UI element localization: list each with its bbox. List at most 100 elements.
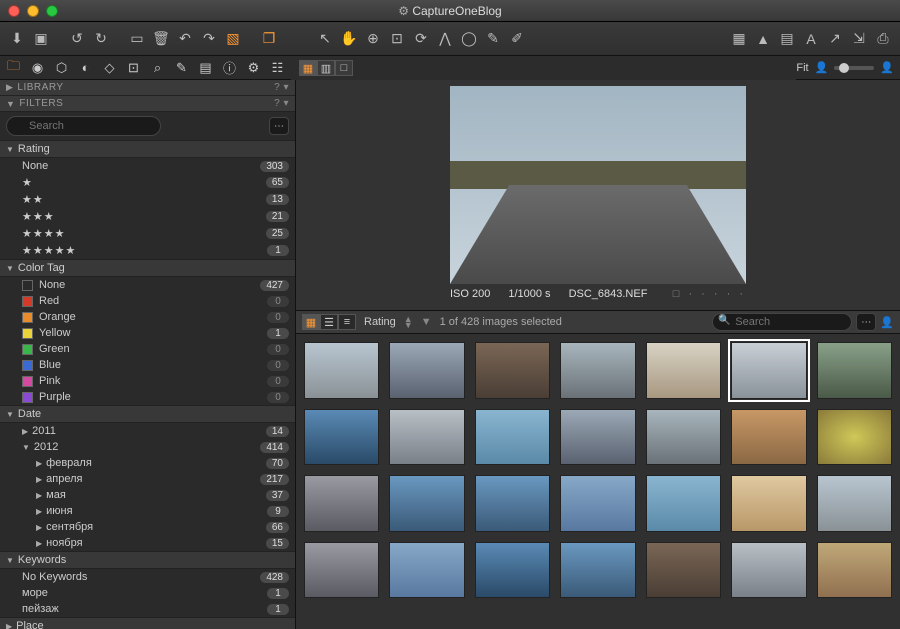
rotate-left-icon[interactable]: ↺ — [66, 28, 88, 50]
thumbnail[interactable] — [475, 542, 550, 599]
reset-icon[interactable]: ▭ — [126, 28, 148, 50]
thumbnail[interactable] — [817, 342, 892, 399]
search-options-button[interactable]: ⋯ — [269, 117, 289, 135]
details-tab-icon[interactable]: ⌕ — [150, 60, 165, 75]
annotate-icon[interactable]: A — [800, 28, 822, 50]
redo-icon[interactable]: ↷ — [198, 28, 220, 50]
sidebar-search-input[interactable] — [6, 116, 161, 136]
help-icon[interactable]: ? ▾ — [274, 82, 289, 93]
thumbnail[interactable] — [304, 542, 379, 599]
view-grid-icon[interactable]: ▦ — [299, 60, 317, 76]
lens-tab-icon[interactable]: ◇ — [102, 60, 117, 75]
rating-row[interactable]: ★★★★25 — [0, 225, 295, 242]
thumbnail[interactable] — [475, 409, 550, 466]
capture-tab-icon[interactable]: ◉ — [30, 60, 45, 75]
rating-row[interactable]: None303 — [0, 158, 295, 174]
adjust-tab-icon[interactable]: ▤ — [198, 60, 213, 75]
thumbnail[interactable] — [731, 475, 806, 532]
rating-row[interactable]: ★★★★★1 — [0, 242, 295, 259]
library-panel-header[interactable]: ▶ LIBRARY ? ▾ — [0, 80, 295, 96]
spot-icon[interactable]: ◯ — [458, 28, 480, 50]
keystone-icon[interactable]: ⋀ — [434, 28, 456, 50]
thumbnail[interactable] — [389, 342, 464, 399]
rotate-tool-icon[interactable]: ⟳ — [410, 28, 432, 50]
keyword-row[interactable]: пейзаж1 — [0, 601, 295, 617]
library-tab-icon[interactable]: 🗀 — [6, 60, 21, 75]
fit-button[interactable]: Fit — [796, 62, 808, 74]
thumbnail[interactable] — [817, 409, 892, 466]
date-row[interactable]: ▶июня9 — [0, 503, 295, 519]
thumbnail[interactable] — [817, 542, 892, 599]
thumbnail[interactable] — [304, 342, 379, 399]
crop-icon[interactable]: ⊡ — [386, 28, 408, 50]
colortag-row[interactable]: Pink0 — [0, 373, 295, 389]
thumbnail[interactable] — [646, 342, 721, 399]
capture-icon[interactable]: ▣ — [30, 28, 52, 50]
thumbnail[interactable] — [389, 475, 464, 532]
zoom-icon[interactable]: ⊕ — [362, 28, 384, 50]
help-icon[interactable]: ? ▾ — [274, 98, 289, 109]
main-photo[interactable] — [450, 86, 746, 284]
thumbnail[interactable] — [646, 542, 721, 599]
user-icon[interactable]: 👤 — [815, 61, 829, 74]
colortag-row[interactable]: Blue0 — [0, 357, 295, 373]
colortag-row[interactable]: Purple0 — [0, 389, 295, 405]
thumbnail[interactable] — [475, 342, 550, 399]
rating-row[interactable]: ★65 — [0, 174, 295, 191]
date-row[interactable]: ▶201114 — [0, 423, 295, 439]
place-section-header[interactable]: ▶ Place — [0, 617, 295, 629]
edit-icon[interactable]: ↗ — [824, 28, 846, 50]
thumbnail[interactable] — [560, 342, 635, 399]
colortag-row[interactable]: Green0 — [0, 341, 295, 357]
eyedropper-icon[interactable]: ✐ — [506, 28, 528, 50]
crop-tab-icon[interactable]: ⊡ — [126, 60, 141, 75]
filters-panel-header[interactable]: ▼ FILTERS ? ▾ — [0, 96, 295, 112]
import-icon[interactable]: ⬇ — [6, 28, 28, 50]
warning-icon[interactable]: ▲ — [752, 28, 774, 50]
thumbnail[interactable] — [817, 475, 892, 532]
keywords-section-header[interactable]: ▼ Keywords — [0, 551, 295, 569]
sort-direction-icon[interactable]: ▲▼ — [404, 316, 413, 328]
rating-row[interactable]: ★★13 — [0, 191, 295, 208]
date-row[interactable]: ▶ноября15 — [0, 535, 295, 551]
process-icon[interactable]: ▧ — [222, 28, 244, 50]
sort-desc-icon[interactable]: ▼ — [421, 316, 432, 328]
thumbnail[interactable] — [731, 342, 806, 399]
keyword-row[interactable]: море1 — [0, 585, 295, 601]
variants-icon[interactable]: ❐ — [258, 28, 280, 50]
date-row[interactable]: ▶апреля217 — [0, 471, 295, 487]
keyword-row[interactable]: No Keywords428 — [0, 569, 295, 585]
colortag-section-header[interactable]: ▼ Color Tag — [0, 259, 295, 277]
batch-tab-icon[interactable]: ☷ — [270, 60, 285, 75]
thumbnail[interactable] — [731, 409, 806, 466]
browser-view-grid[interactable]: ▦ — [302, 314, 320, 330]
meta-tab-icon[interactable]: ⓘ — [222, 60, 237, 75]
date-row[interactable]: ▶февраля70 — [0, 455, 295, 471]
thumbnail[interactable] — [646, 475, 721, 532]
thumbnail[interactable] — [560, 409, 635, 466]
colortag-row[interactable]: Red0 — [0, 293, 295, 309]
grid-icon[interactable]: ▦ — [728, 28, 750, 50]
browser-user-icon[interactable]: 👤 — [880, 316, 894, 329]
colortag-row[interactable]: None427 — [0, 277, 295, 293]
zoom-slider[interactable] — [834, 66, 874, 70]
thumbnail[interactable] — [560, 542, 635, 599]
exposure-tab-icon[interactable]: ◐ — [78, 60, 93, 75]
trash-icon[interactable]: 🗑 — [150, 28, 172, 50]
browser-view-film[interactable]: ≡ — [338, 314, 356, 330]
thumbnail[interactable] — [560, 475, 635, 532]
color-tab-icon[interactable]: ⬡ — [54, 60, 69, 75]
undo-icon[interactable]: ↶ — [174, 28, 196, 50]
date-row[interactable]: ▶мая37 — [0, 487, 295, 503]
whitebalance-icon[interactable]: ✎ — [482, 28, 504, 50]
thumbnail[interactable] — [475, 475, 550, 532]
date-row[interactable]: ▼2012414 — [0, 439, 295, 455]
browser-search-input[interactable] — [712, 313, 852, 331]
colortag-row[interactable]: Yellow1 — [0, 325, 295, 341]
thumbnail[interactable] — [731, 542, 806, 599]
browser-view-list[interactable]: ☰ — [320, 314, 338, 330]
print-icon[interactable]: ⎙ — [872, 28, 894, 50]
thumbnail[interactable] — [389, 409, 464, 466]
date-row[interactable]: ▶сентября66 — [0, 519, 295, 535]
rating-section-header[interactable]: ▼ Rating — [0, 140, 295, 158]
